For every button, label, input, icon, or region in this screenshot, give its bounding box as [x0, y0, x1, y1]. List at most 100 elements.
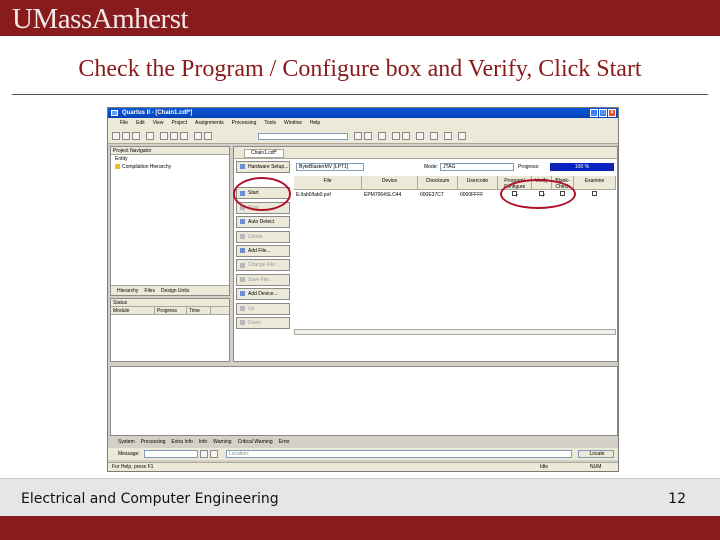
maximize-icon[interactable]: □: [599, 109, 607, 117]
add-device-icon: [240, 291, 245, 297]
mode-label: Mode:: [424, 164, 438, 170]
menu-tools[interactable]: Tools: [264, 120, 276, 126]
programmer-icon[interactable]: [444, 132, 452, 140]
hardware-setup-button[interactable]: Hardware Setup...: [236, 161, 290, 173]
tab-critical-warning[interactable]: Critical Warning: [238, 438, 273, 446]
tab-chain1[interactable]: Chain1.cdf*: [244, 149, 284, 158]
quartus-screenshot: Quartus II - [Chain1.cdf*] _ □ × File Ed…: [107, 107, 619, 472]
delete-button[interactable]: Delete: [236, 230, 290, 243]
compile-icon[interactable]: [364, 132, 372, 140]
status-panel: Status Module Progress Time: [110, 298, 230, 362]
cell-usercode: 0000FFFF: [460, 192, 484, 198]
detect-icon: [240, 219, 245, 225]
message-bar: Message: Location: Locate: [108, 448, 618, 460]
menu-edit[interactable]: Edit: [136, 120, 145, 126]
up-button[interactable]: Up: [236, 302, 290, 315]
menu-assignments[interactable]: Assignments: [195, 120, 224, 126]
col-time: Time: [187, 307, 211, 314]
tab-hierarchy[interactable]: Hierarchy: [115, 286, 140, 295]
entity-header: Entity: [115, 156, 128, 162]
tab-system[interactable]: System: [118, 438, 135, 446]
down-button[interactable]: Down: [236, 316, 290, 329]
cell-file: E:/lab0/lab0.pof: [296, 192, 331, 198]
cell-device: EPM7064SLC44: [364, 192, 402, 198]
location-field[interactable]: Location:: [226, 450, 572, 458]
add-file-button[interactable]: Add File...: [236, 244, 290, 257]
window-title: Quartus II - [Chain1.cdf*]: [122, 110, 193, 116]
tab-files[interactable]: Files: [142, 286, 157, 295]
chip-editor-icon[interactable]: [430, 132, 438, 140]
title-rule: [12, 94, 708, 95]
project-combo[interactable]: [258, 133, 348, 140]
save-file-button[interactable]: Save File...: [236, 273, 290, 286]
status-columns: Module Progress Time: [111, 307, 229, 315]
save-icon[interactable]: [132, 132, 140, 140]
menu-project[interactable]: Project: [171, 120, 187, 126]
tab-warning[interactable]: Warning: [213, 438, 231, 446]
minimize-icon[interactable]: _: [590, 109, 598, 117]
change-file-button[interactable]: Change File...: [236, 259, 290, 272]
up-arrow-icon[interactable]: [200, 450, 208, 458]
programmer-window: Chain1.cdf* Hardware Setup... Start Stop…: [233, 146, 618, 362]
menu-window[interactable]: Window: [284, 120, 302, 126]
menu-file[interactable]: File: [120, 120, 128, 126]
analyze-icon[interactable]: [392, 132, 400, 140]
help-icon[interactable]: [458, 132, 466, 140]
hierarchy-item-label: Compilation Hierarchy: [122, 164, 172, 170]
col-usercode: Usercode: [458, 176, 498, 190]
menu-processing[interactable]: Processing: [232, 120, 257, 126]
menu-bar: File Edit View Project Assignments Proce…: [108, 118, 618, 128]
cut-icon[interactable]: [160, 132, 168, 140]
close-icon[interactable]: ×: [608, 109, 616, 117]
horizontal-scrollbar[interactable]: [294, 329, 616, 335]
examine-checkbox[interactable]: [592, 191, 597, 196]
print-icon[interactable]: [146, 132, 154, 140]
warning-icon: [115, 164, 120, 170]
menu-view[interactable]: View: [153, 120, 164, 126]
bottom-brand-bar: [0, 516, 720, 540]
department-name: Electrical and Computer Engineering: [21, 491, 279, 507]
timing-icon[interactable]: [416, 132, 424, 140]
hardware-field: ByteBlasterMV [LPT1]: [296, 163, 364, 171]
window-titlebar: Quartus II - [Chain1.cdf*] _ □ ×: [108, 108, 618, 118]
tab-design-units[interactable]: Design Units: [159, 286, 191, 295]
auto-detect-button[interactable]: Auto Detect: [236, 216, 290, 229]
tab-extra-info[interactable]: Extra Info: [171, 438, 192, 446]
col-checksum: Checksum: [418, 176, 458, 190]
hardware-icon: [240, 164, 245, 170]
mode-select[interactable]: JTAG: [440, 163, 514, 171]
help-hint: For Help, press F1: [112, 464, 154, 470]
redo-icon[interactable]: [204, 132, 212, 140]
new-icon[interactable]: [112, 132, 120, 140]
tab-info[interactable]: Info: [199, 438, 207, 446]
status-bar: For Help, press F1 Idle NUM: [108, 462, 618, 471]
footer: Electrical and Computer Engineering 12: [0, 478, 720, 516]
stop-icon[interactable]: [378, 132, 386, 140]
message-field[interactable]: [144, 450, 198, 458]
cell-checksum: 000E37C7: [420, 192, 444, 198]
col-file: File: [294, 176, 362, 190]
messages-panel: [110, 366, 618, 436]
status-title: Status: [111, 299, 229, 307]
settings-icon[interactable]: [354, 132, 362, 140]
hardware-row: ByteBlasterMV [LPT1] Mode: JTAG Progress…: [294, 161, 616, 173]
page-number: 12: [668, 491, 686, 507]
add-device-button[interactable]: Add Device...: [236, 288, 290, 301]
save-file-icon: [240, 276, 245, 282]
progress-bar: 100 %: [550, 163, 614, 171]
copy-icon[interactable]: [170, 132, 178, 140]
undo-icon[interactable]: [194, 132, 202, 140]
hierarchy-item[interactable]: Compilation Hierarchy: [111, 163, 229, 171]
locate-button[interactable]: Locate: [578, 450, 614, 458]
quartus-icon: [111, 110, 118, 116]
simulate-icon[interactable]: [402, 132, 410, 140]
tab-processing[interactable]: Processing: [141, 438, 166, 446]
menu-help[interactable]: Help: [310, 120, 320, 126]
tab-error[interactable]: Error: [279, 438, 290, 446]
open-icon[interactable]: [122, 132, 130, 140]
down-arrow-icon[interactable]: [210, 450, 218, 458]
slide-title: Check the Program / Configure box and Ve…: [78, 56, 642, 82]
col-device: Device: [362, 176, 418, 190]
paste-icon[interactable]: [180, 132, 188, 140]
brand-bar: UMassAmherst: [0, 0, 720, 36]
